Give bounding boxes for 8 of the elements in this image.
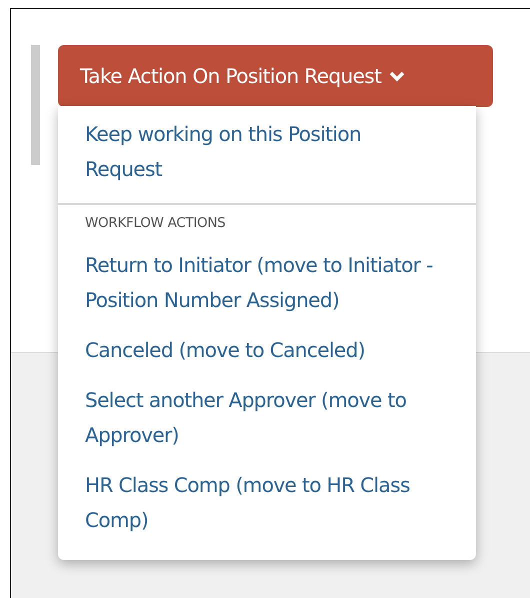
chevron-down-icon xyxy=(389,70,406,82)
menu-item[interactable]: Select another Approver (move to Approver) xyxy=(58,380,476,465)
menu-item[interactable]: HR Class Comp (move to HR Class Comp) xyxy=(58,465,476,550)
take-action-button[interactable]: Take Action On Position Request xyxy=(58,45,493,107)
menu-item[interactable]: Return to Initiator (move to Initiator - Position Number Assigned) xyxy=(58,245,476,330)
menu-item[interactable]: Keep working on this Position Request xyxy=(58,114,476,199)
section-header: WORKFLOW ACTIONS xyxy=(84,215,226,233)
menu-item[interactable]: Canceled (move to Canceled) xyxy=(58,330,476,380)
